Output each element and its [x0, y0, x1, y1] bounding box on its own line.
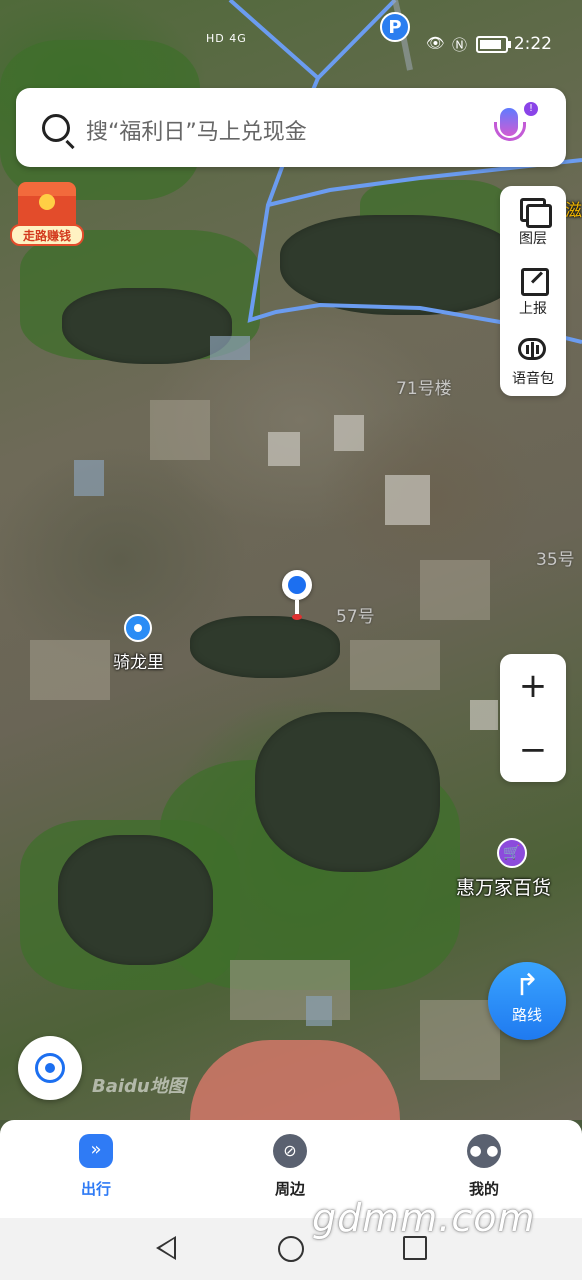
search-input[interactable]: 搜“福利日”马上兑现金	[86, 114, 307, 146]
nav-tab-me[interactable]: ● ● 我的	[434, 1134, 534, 1199]
report-button[interactable]: 上报	[500, 256, 566, 326]
map-label-building-57: 57号	[336, 607, 375, 627]
status-bar: HD 4G 👁 Ⓝ 2:22	[0, 28, 582, 60]
layers-icon	[518, 196, 552, 228]
road-lines	[228, 0, 582, 344]
voice-pack-button[interactable]: 语音包	[500, 326, 566, 396]
route-label: 路线	[511, 1006, 542, 1024]
coin-icon	[39, 194, 55, 210]
route-button[interactable]: ↱ 路线	[488, 962, 566, 1040]
nav-label: 出行	[80, 1180, 111, 1198]
walk-earn-promo-button[interactable]: 走路赚钱	[10, 182, 84, 250]
route-arrow-icon: ↱	[514, 968, 540, 1003]
tool-label: 图层	[519, 231, 547, 247]
microphone-icon[interactable]: !	[492, 102, 538, 148]
network-indicator: HD 4G	[206, 32, 247, 45]
locate-me-button[interactable]	[18, 1036, 82, 1100]
back-icon[interactable]	[156, 1236, 176, 1260]
map-label-building-35: 35号	[536, 550, 575, 570]
search-icon	[42, 114, 70, 142]
clock: 2:22	[513, 34, 552, 54]
eye-icon: 👁	[426, 34, 446, 52]
promo-label: 走路赚钱	[10, 224, 84, 246]
travel-icon: »	[79, 1134, 113, 1168]
notification-badge: !	[524, 102, 538, 116]
tool-label: 上报	[519, 301, 547, 317]
poi-pin-qilongli[interactable]	[124, 614, 152, 642]
map-watermark-logo: Baidu地图	[92, 1076, 186, 1097]
zoom-control: + −	[500, 654, 566, 782]
compass-icon: ⊘	[273, 1134, 307, 1168]
current-location-marker	[282, 570, 312, 620]
nav-tab-travel[interactable]: » 出行	[46, 1134, 146, 1199]
map-label-building-71: 71号楼	[396, 379, 452, 399]
nfc-icon: Ⓝ	[452, 36, 468, 54]
shopping-cart-icon[interactable]: 🛒	[497, 838, 527, 868]
battery-icon	[476, 36, 511, 53]
zoom-in-button[interactable]: +	[500, 654, 566, 718]
poi-label-qilongli[interactable]: 骑龙里	[113, 648, 164, 673]
layers-button[interactable]: 图层	[500, 186, 566, 256]
home-icon[interactable]	[278, 1236, 304, 1262]
profile-icon: ● ●	[467, 1134, 501, 1168]
map-view[interactable]: P 滋 71号楼 35号 57号 骑龙里 🛒 惠万家百货 Baidu地图	[0, 0, 582, 1120]
nav-tab-nearby[interactable]: ⊘ 周边	[240, 1134, 340, 1199]
poi-label-store[interactable]: 惠万家百货	[456, 873, 551, 900]
voice-pack-icon	[518, 336, 548, 364]
map-label-edge: 滋	[565, 201, 582, 221]
site-watermark: gdmm.com	[312, 1196, 536, 1240]
zoom-out-button[interactable]: −	[500, 718, 566, 782]
map-tools-panel: 图层 上报 语音包	[500, 186, 566, 396]
report-icon	[518, 266, 549, 296]
search-bar[interactable]: 搜“福利日”马上兑现金 !	[16, 88, 566, 167]
tool-label: 语音包	[512, 371, 554, 387]
